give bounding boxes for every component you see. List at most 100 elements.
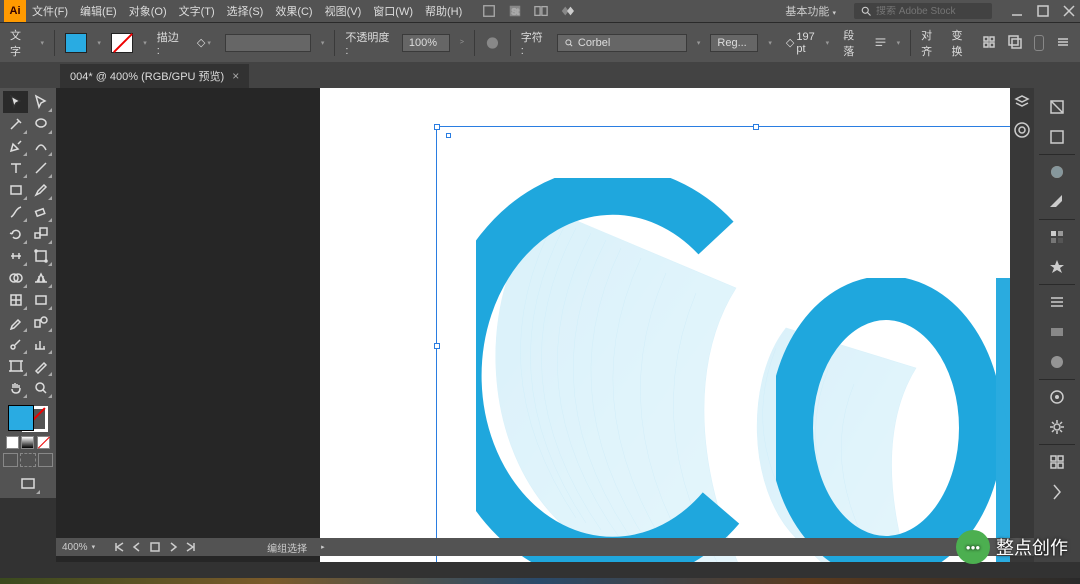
slice-tool[interactable] bbox=[28, 355, 53, 377]
screen-mode-tool[interactable] bbox=[16, 473, 41, 495]
artboard-tool[interactable] bbox=[3, 355, 28, 377]
font-weight[interactable]: Reg... bbox=[710, 34, 758, 52]
menu-select[interactable]: 选择(S) bbox=[221, 3, 270, 19]
direct-selection-tool[interactable] bbox=[28, 91, 53, 113]
curvature-tool[interactable] bbox=[28, 135, 53, 157]
fill-swatch[interactable] bbox=[8, 405, 34, 431]
menu-help[interactable]: 帮助(H) bbox=[419, 3, 468, 19]
paragraph-icon[interactable] bbox=[874, 36, 887, 50]
arrange-icon[interactable] bbox=[534, 4, 548, 18]
menu-type[interactable]: 文字(T) bbox=[173, 3, 221, 19]
color-mode-none[interactable] bbox=[37, 436, 50, 449]
shape-builder-tool[interactable] bbox=[3, 267, 28, 289]
draw-behind[interactable] bbox=[20, 453, 35, 467]
width-tool[interactable] bbox=[3, 245, 28, 267]
color-mode-color[interactable] bbox=[6, 436, 19, 449]
nav-first-icon[interactable] bbox=[113, 541, 125, 553]
minimize-icon[interactable] bbox=[1010, 4, 1024, 18]
canvas[interactable] bbox=[56, 88, 1034, 562]
stroke-style[interactable] bbox=[225, 34, 311, 52]
workspace-switcher[interactable]: 基本功能 ▾ bbox=[775, 1, 846, 21]
properties-icon[interactable] bbox=[1037, 92, 1077, 122]
pen-tool[interactable] bbox=[3, 135, 28, 157]
fill-stroke-control[interactable] bbox=[8, 405, 48, 432]
menu-effect[interactable]: 效果(C) bbox=[269, 3, 318, 19]
paragraph-label[interactable]: 段落 bbox=[843, 27, 863, 59]
stroke-color-swatch[interactable] bbox=[111, 33, 133, 53]
type-tool[interactable] bbox=[3, 157, 28, 179]
column-graph-tool[interactable] bbox=[28, 333, 53, 355]
stock-search[interactable] bbox=[854, 3, 992, 19]
nav-prev-icon[interactable] bbox=[131, 541, 143, 553]
shaper-tool[interactable] bbox=[3, 201, 28, 223]
artboard-nav-icon[interactable] bbox=[149, 541, 161, 553]
layers-icon[interactable] bbox=[1010, 88, 1034, 116]
transform-label[interactable]: 变换 bbox=[952, 27, 972, 59]
menu-edit[interactable]: 编辑(E) bbox=[74, 3, 123, 19]
perspective-grid-tool[interactable] bbox=[28, 267, 53, 289]
align-label[interactable]: 对齐 bbox=[921, 27, 941, 59]
magic-wand-tool[interactable] bbox=[3, 113, 28, 135]
free-transform-tool[interactable] bbox=[28, 245, 53, 267]
group-icon[interactable] bbox=[1008, 35, 1022, 49]
bridge-icon[interactable] bbox=[482, 4, 496, 18]
appearance-icon[interactable] bbox=[1037, 382, 1077, 412]
draw-inside[interactable] bbox=[38, 453, 53, 467]
zoom-tool[interactable] bbox=[28, 377, 53, 399]
gradient-panel-icon[interactable] bbox=[1037, 317, 1077, 347]
swatches-icon[interactable] bbox=[1037, 187, 1077, 217]
scale-tool[interactable] bbox=[28, 223, 53, 245]
maximize-icon[interactable] bbox=[1036, 4, 1050, 18]
paintbrush-tool[interactable] bbox=[28, 179, 53, 201]
symbols-icon[interactable] bbox=[1037, 252, 1077, 282]
rotate-tool[interactable] bbox=[3, 223, 28, 245]
brushes-icon[interactable] bbox=[1037, 222, 1077, 252]
tab-close-icon[interactable]: × bbox=[232, 69, 239, 83]
close-icon[interactable] bbox=[1062, 4, 1076, 18]
hand-tool[interactable] bbox=[3, 377, 28, 399]
cc-libraries-icon[interactable] bbox=[1010, 116, 1034, 144]
stock-icon[interactable]: St bbox=[508, 4, 522, 18]
stock-search-input[interactable] bbox=[876, 6, 986, 17]
gpu-icon[interactable] bbox=[560, 4, 574, 18]
selection-bounding-box[interactable] bbox=[436, 126, 1034, 562]
handle-mid-left[interactable] bbox=[434, 343, 440, 349]
document-tab[interactable]: 004* @ 400% (RGB/GPU 预览) × bbox=[60, 64, 249, 88]
transform-icon[interactable] bbox=[1037, 477, 1077, 507]
menu-file[interactable]: 文件(F) bbox=[26, 3, 74, 19]
color-icon[interactable] bbox=[1037, 157, 1077, 187]
link-icon[interactable] bbox=[1034, 35, 1044, 51]
blend-tool[interactable] bbox=[28, 311, 53, 333]
align-icon[interactable] bbox=[1037, 447, 1077, 477]
color-mode-gradient[interactable] bbox=[21, 436, 34, 449]
stroke-width[interactable]: ◇▾ bbox=[193, 35, 215, 50]
menu-object[interactable]: 对象(O) bbox=[123, 3, 173, 19]
menu-window[interactable]: 窗口(W) bbox=[367, 3, 419, 19]
selection-tool[interactable] bbox=[3, 91, 28, 113]
libraries-icon[interactable] bbox=[1037, 122, 1077, 152]
zoom-field[interactable]: 400%▾ bbox=[62, 542, 95, 553]
nav-next-icon[interactable] bbox=[167, 541, 179, 553]
mesh-tool[interactable] bbox=[3, 289, 28, 311]
rectangle-tool[interactable] bbox=[3, 179, 28, 201]
isolate-icon[interactable] bbox=[982, 35, 996, 49]
transparency-icon[interactable] bbox=[1037, 347, 1077, 377]
fill-color-swatch[interactable] bbox=[65, 33, 87, 53]
anchor-point[interactable] bbox=[446, 133, 451, 138]
font-size[interactable]: ◇197 pt▾ bbox=[782, 30, 833, 56]
symbol-sprayer-tool[interactable] bbox=[3, 333, 28, 355]
line-tool[interactable] bbox=[28, 157, 53, 179]
gradient-tool[interactable] bbox=[28, 289, 53, 311]
nav-last-icon[interactable] bbox=[185, 541, 197, 553]
draw-normal[interactable] bbox=[3, 453, 18, 467]
stroke-panel-icon[interactable] bbox=[1037, 287, 1077, 317]
eyedropper-tool[interactable] bbox=[3, 311, 28, 333]
menu-view[interactable]: 视图(V) bbox=[319, 3, 368, 19]
handle-top-mid[interactable] bbox=[753, 124, 759, 130]
opacity-value[interactable]: 100% bbox=[402, 34, 450, 52]
font-family[interactable]: Corbel bbox=[557, 34, 687, 52]
lasso-tool[interactable] bbox=[28, 113, 53, 135]
graphic-styles-icon[interactable] bbox=[1037, 412, 1077, 442]
handle-top-left[interactable] bbox=[434, 124, 440, 130]
recolor-icon[interactable] bbox=[485, 35, 500, 51]
